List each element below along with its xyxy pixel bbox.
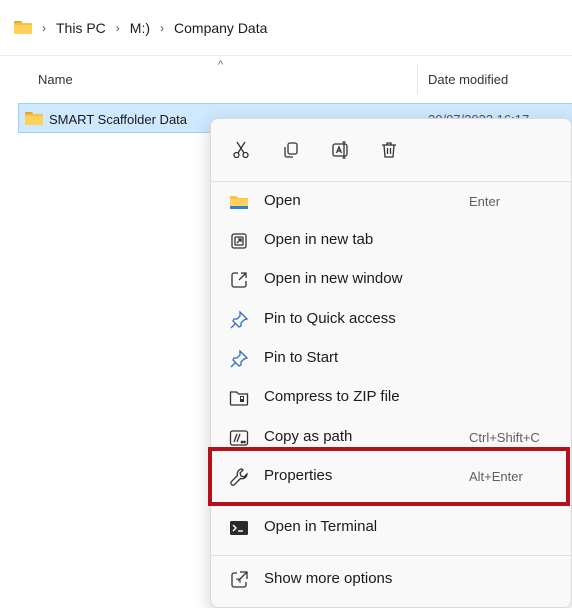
delete-button[interactable] xyxy=(376,137,402,163)
context-menu: Open Enter Open in new tab Open in new w… xyxy=(210,118,572,608)
menu-item-label: Pin to Quick access xyxy=(264,310,396,327)
column-header-date-modified[interactable]: Date modified xyxy=(428,72,508,87)
column-header-name[interactable]: Name xyxy=(38,72,73,87)
breadcrumb-this-pc[interactable]: This PC xyxy=(56,20,106,36)
menu-item-show-more-options[interactable]: Show more options xyxy=(211,561,571,599)
folder-icon xyxy=(229,192,249,212)
menu-item-properties[interactable]: Properties Alt+Enter xyxy=(211,458,571,496)
menu-item-pin-to-quick-access[interactable]: Pin to Quick access xyxy=(211,301,571,339)
menu-separator xyxy=(211,555,571,556)
menu-item-shortcut: Ctrl+Shift+C xyxy=(469,430,540,445)
rename-icon xyxy=(332,141,348,159)
menu-item-pin-to-start[interactable]: Pin to Start xyxy=(211,340,571,378)
context-menu-quick-actions xyxy=(211,119,571,181)
menu-item-label: Open xyxy=(264,192,301,209)
new-tab-icon xyxy=(229,231,249,251)
menu-item-copy-as-path[interactable]: Copy as path Ctrl+Shift+C xyxy=(211,419,571,457)
menu-separator xyxy=(211,181,571,182)
menu-item-compress-to-zip[interactable]: Compress to ZIP file xyxy=(211,379,571,417)
wrench-icon xyxy=(229,467,249,487)
column-headers: ^ Name Date modified xyxy=(0,58,572,98)
sort-ascending-icon: ^ xyxy=(218,59,224,71)
new-window-icon xyxy=(229,270,249,290)
breadcrumb-company-data[interactable]: Company Data xyxy=(174,20,267,36)
copy-icon xyxy=(284,142,298,158)
copy-path-icon xyxy=(229,428,249,448)
pin-icon xyxy=(229,349,249,369)
menu-item-label: Open in Terminal xyxy=(264,518,378,535)
menu-item-open-in-terminal[interactable]: Open in Terminal xyxy=(211,509,571,547)
rename-button[interactable] xyxy=(328,137,354,163)
column-divider[interactable] xyxy=(417,64,418,94)
more-options-icon xyxy=(229,570,249,590)
menu-item-label: Show more options xyxy=(264,570,393,587)
menu-item-label: Properties xyxy=(264,467,333,484)
menu-separator xyxy=(211,505,571,506)
pin-icon xyxy=(229,310,249,330)
menu-item-label: Copy as path xyxy=(264,428,353,445)
chevron-right-icon[interactable]: › xyxy=(42,21,46,35)
chevron-right-icon[interactable]: › xyxy=(160,21,164,35)
zip-icon xyxy=(229,388,249,408)
address-bar[interactable]: › This PC › M:) › Company Data xyxy=(0,0,572,56)
menu-item-label: Compress to ZIP file xyxy=(264,388,400,405)
menu-item-open[interactable]: Open Enter xyxy=(211,183,571,221)
terminal-icon xyxy=(229,518,249,538)
menu-item-shortcut: Alt+Enter xyxy=(469,469,523,484)
cut-button[interactable] xyxy=(228,137,254,163)
menu-item-label: Pin to Start xyxy=(264,349,339,366)
scissors-icon xyxy=(233,141,249,159)
breadcrumb-drive[interactable]: M:) xyxy=(130,20,150,36)
menu-item-label: Open in new tab xyxy=(264,231,374,248)
copy-button[interactable] xyxy=(278,137,304,163)
folder-icon xyxy=(25,112,43,125)
menu-item-shortcut: Enter xyxy=(469,194,501,209)
trash-icon xyxy=(382,142,396,158)
file-name: SMART Scaffolder Data xyxy=(49,112,188,127)
folder-icon xyxy=(14,21,32,34)
menu-item-open-in-new-tab[interactable]: Open in new tab xyxy=(211,222,571,260)
menu-item-label: Open in new window xyxy=(264,270,403,287)
menu-item-open-in-new-window[interactable]: Open in new window xyxy=(211,261,571,299)
chevron-right-icon[interactable]: › xyxy=(116,21,120,35)
